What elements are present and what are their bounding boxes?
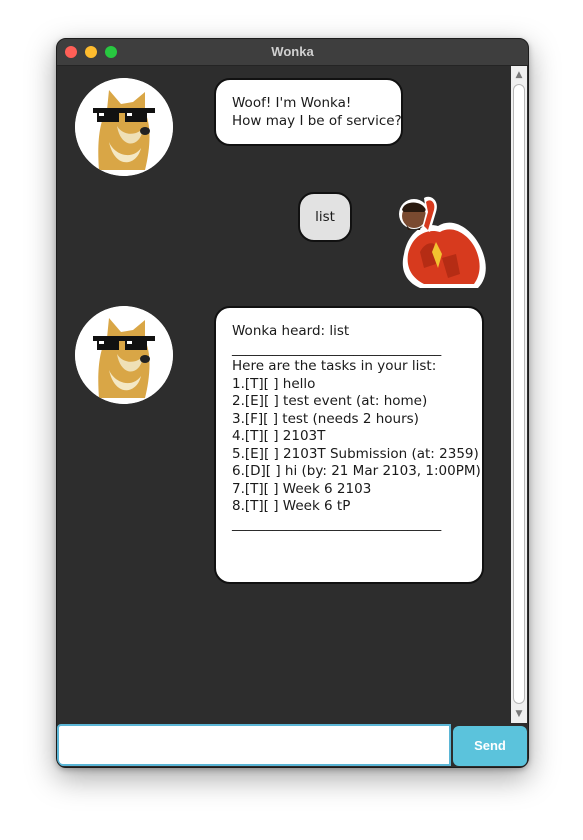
- send-button[interactable]: Send: [453, 726, 527, 766]
- message-line: Woof! I'm Wonka!: [232, 95, 352, 111]
- scroll-up-arrow-icon[interactable]: ▲: [511, 68, 527, 82]
- message-line: How may I be of service?: [232, 112, 402, 129]
- message-line: 2.[E][ ] test event (at: home): [232, 393, 428, 409]
- message-line: Here are the tasks in your list:: [232, 358, 437, 374]
- title-bar: Wonka: [57, 39, 528, 66]
- bot-message-bubble: Woof! I'm Wonka! How may I be of service…: [214, 78, 403, 146]
- message-line: 6.[D][ ] hi (by: 21 Mar 2103, 1:00PM): [232, 463, 481, 479]
- message-line: 1.[T][ ] hello: [232, 375, 316, 392]
- message-line: 7.[T][ ] Week 6 2103: [232, 480, 372, 497]
- bot-message-bubble: Wonka heard: list ______________________…: [214, 306, 484, 584]
- message-line: 5.[E][ ] 2103T Submission (at: 2359): [232, 445, 479, 462]
- message-line: 4.[T][ ] 2103T: [232, 428, 326, 444]
- message-line: _______________________________: [232, 515, 442, 532]
- app-window: Wonka Woof! I'm Wonka! How may I be of s…: [56, 38, 529, 768]
- message-line: list: [315, 209, 335, 225]
- chat-scroll-pane[interactable]: Woof! I'm Wonka! How may I be of service…: [57, 66, 528, 723]
- message-line: 3.[F][ ] test (needs 2 hours): [232, 410, 419, 427]
- scrollbar-thumb[interactable]: [513, 84, 525, 704]
- message-input[interactable]: [57, 724, 451, 766]
- window-title: Wonka: [271, 44, 314, 59]
- drake-icon: [399, 196, 486, 288]
- message-line: Wonka heard: list: [232, 323, 350, 339]
- vertical-scrollbar[interactable]: ▲ ▼: [511, 66, 527, 723]
- scroll-down-arrow-icon[interactable]: ▼: [511, 707, 527, 721]
- message-line: 8.[T][ ] Week 6 tP: [232, 498, 351, 514]
- drake-avatar: [390, 192, 494, 290]
- message-line: _______________________________: [232, 340, 442, 357]
- doge-avatar: [75, 78, 173, 176]
- doge-sunglasses-icon: [75, 78, 173, 176]
- doge-sunglasses-icon: [75, 306, 173, 404]
- user-message-bubble: list: [298, 192, 352, 242]
- doge-avatar: [75, 306, 173, 404]
